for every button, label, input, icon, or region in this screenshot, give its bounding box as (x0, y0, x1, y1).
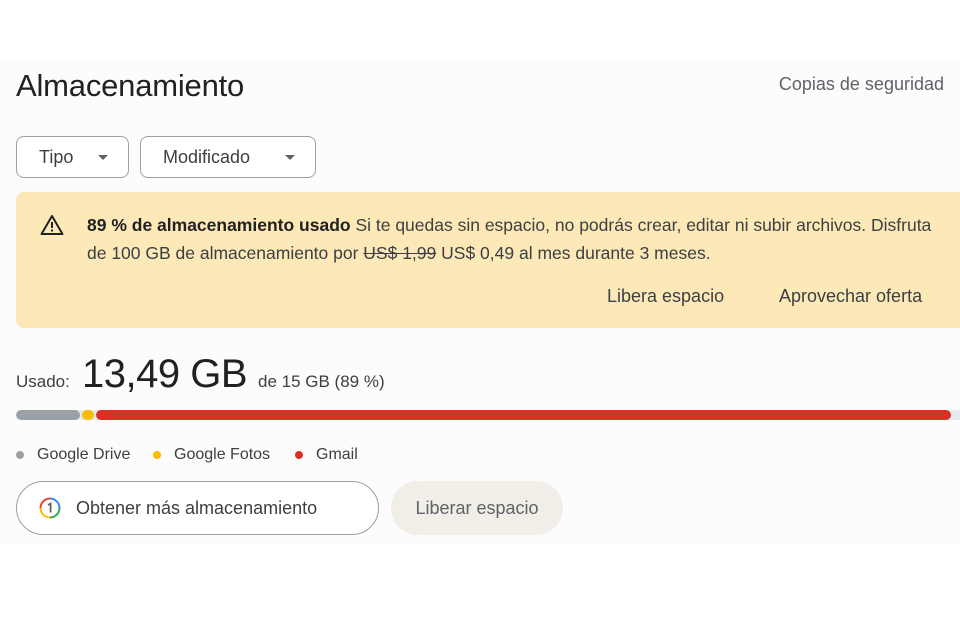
page-title: Almacenamiento (16, 68, 245, 103)
banner-message: 89 % de almacenamiento usado Si te queda… (87, 211, 947, 267)
storage-usage-bar (16, 410, 960, 420)
usage-segment-google-fotos (82, 410, 95, 420)
usage-segment-google-drive (16, 410, 81, 420)
google-one-icon (39, 497, 61, 519)
get-offer-link[interactable]: Aprovechar oferta (779, 286, 922, 307)
free-space-link[interactable]: Libera espacio (607, 286, 724, 307)
legend-dot (295, 451, 303, 459)
banner-old-price: US$ 1,99 (363, 243, 437, 263)
filter-type-label: Tipo (39, 146, 74, 167)
storage-warning-banner: 89 % de almacenamiento usado Si te queda… (16, 192, 960, 328)
legend-gmail: Gmail (295, 446, 358, 464)
legend-dot (16, 451, 24, 459)
get-more-storage-label: Obtener más almacenamiento (76, 497, 318, 518)
filter-modified-label: Modificado (163, 146, 251, 167)
legend-google-drive: Google Drive (16, 446, 130, 464)
usage-label: Usado: (16, 372, 70, 391)
legend-label: Gmail (316, 446, 358, 463)
usage-total: de 15 GB (89 %) (258, 372, 385, 391)
backups-link[interactable]: Copias de seguridad (779, 74, 944, 95)
warning-icon (40, 215, 64, 235)
free-space-button[interactable]: Liberar espacio (391, 481, 563, 535)
legend-google-fotos: Google Fotos (153, 446, 270, 464)
filter-modified-dropdown[interactable]: Modificado (140, 136, 316, 178)
banner-text-part-2: US$ 0,49 al mes durante 3 meses. (436, 243, 711, 263)
legend-label: Google Fotos (174, 446, 271, 463)
legend-label: Google Drive (37, 446, 131, 463)
banner-bold-text: 89 % de almacenamiento usado (87, 215, 351, 235)
chevron-down-icon (98, 155, 108, 160)
filter-type-dropdown[interactable]: Tipo (16, 136, 129, 178)
usage-segment-gmail (96, 410, 951, 420)
chevron-down-icon (285, 155, 295, 160)
usage-amount: 13,49 GB (82, 352, 248, 396)
get-more-storage-button[interactable]: Obtener más almacenamiento (16, 481, 379, 535)
legend-dot (153, 451, 161, 459)
